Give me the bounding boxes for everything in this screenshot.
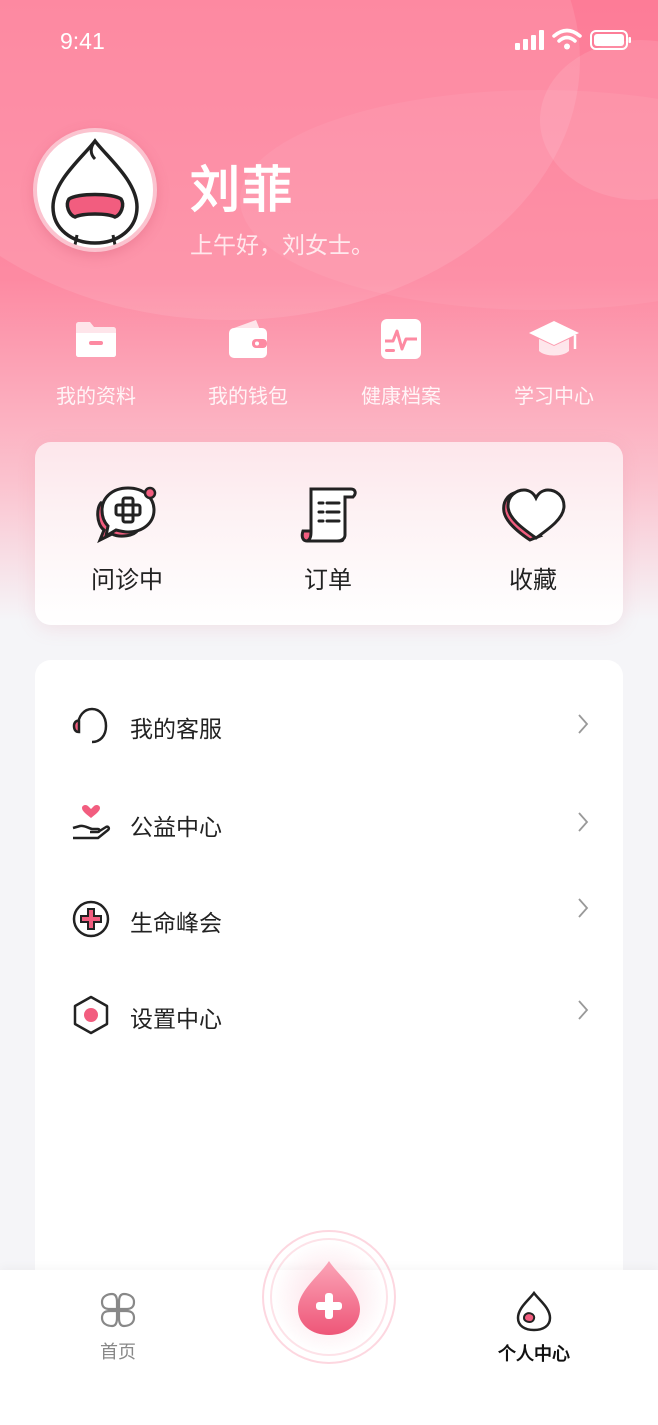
menu-item-life-summit[interactable]: 生命峰会: [35, 884, 623, 954]
menu-card: 我的客服 公益中心 生命峰会 设置中心: [35, 660, 623, 1300]
quick-action-my-wallet[interactable]: 我的钱包: [172, 312, 324, 409]
consultation-chat-icon: [96, 486, 157, 544]
profile-drop-icon: [516, 1290, 552, 1332]
center-add-button[interactable]: [262, 1230, 396, 1364]
service-label: 问诊中: [91, 566, 163, 594]
menu-item-settings-center[interactable]: 设置中心: [35, 980, 623, 1050]
home-grid-icon: [100, 1292, 136, 1328]
service-card: 问诊中 订单 收藏: [35, 442, 623, 625]
charity-hand-heart-icon: [72, 804, 111, 840]
battery-icon: [590, 30, 631, 50]
quick-action-label: 学习中心: [514, 384, 594, 408]
tab-home[interactable]: 首页: [77, 1290, 159, 1364]
user-name: 刘菲: [190, 161, 294, 219]
chevron-right-icon: [578, 812, 589, 832]
quick-action-label: 健康档案: [361, 384, 441, 408]
menu-item-customer-service[interactable]: 我的客服: [35, 690, 623, 760]
service-label: 订单: [304, 566, 352, 594]
menu-item-label: 设置中心: [130, 1007, 222, 1033]
menu-item-label: 我的客服: [130, 717, 222, 743]
avatar[interactable]: [33, 128, 157, 252]
wifi-icon: [552, 28, 582, 50]
tab-home-label: 首页: [100, 1342, 136, 1363]
wallet-icon: [229, 320, 267, 358]
chevron-right-icon: [578, 898, 589, 918]
quick-action-label: 我的资料: [56, 384, 136, 408]
quick-action-learning-center[interactable]: 学习中心: [478, 312, 630, 409]
drop-plus-icon: [298, 1261, 360, 1335]
graduation-cap-icon: [529, 321, 579, 356]
medical-cross-icon: [72, 900, 110, 938]
menu-item-label: 公益中心: [130, 815, 222, 841]
status-time: 9:41: [60, 28, 105, 54]
settings-hexagon-icon: [73, 995, 109, 1035]
service-label: 收藏: [509, 566, 557, 594]
health-record-icon: [381, 319, 421, 359]
tab-profile-label: 个人中心: [498, 1344, 570, 1365]
service-orders[interactable]: 订单: [238, 482, 418, 595]
status-bar: 9:41: [0, 0, 658, 86]
folder-icon: [76, 322, 116, 357]
quick-action-my-profile[interactable]: 我的资料: [20, 312, 172, 409]
heart-icon: [502, 488, 566, 542]
greeting-text: 上午好，刘女士。: [190, 233, 374, 259]
tab-profile[interactable]: 个人中心: [486, 1290, 582, 1366]
quick-action-health-record[interactable]: 健康档案: [325, 312, 477, 409]
quick-action-label: 我的钱包: [208, 384, 288, 408]
order-scroll-icon: [300, 487, 357, 543]
drop-mascot-icon: [51, 138, 139, 245]
headset-icon: [72, 707, 108, 744]
quick-actions-row: 我的资料 我的钱包 健康档案 学习中心: [0, 312, 658, 412]
service-favorites[interactable]: 收藏: [443, 482, 623, 595]
service-consultation[interactable]: 问诊中: [37, 482, 217, 595]
chevron-right-icon: [578, 1000, 589, 1020]
chevron-right-icon: [578, 714, 589, 734]
signal-icon: [515, 30, 544, 50]
menu-item-label: 生命峰会: [130, 911, 222, 937]
menu-item-charity-center[interactable]: 公益中心: [35, 788, 623, 858]
